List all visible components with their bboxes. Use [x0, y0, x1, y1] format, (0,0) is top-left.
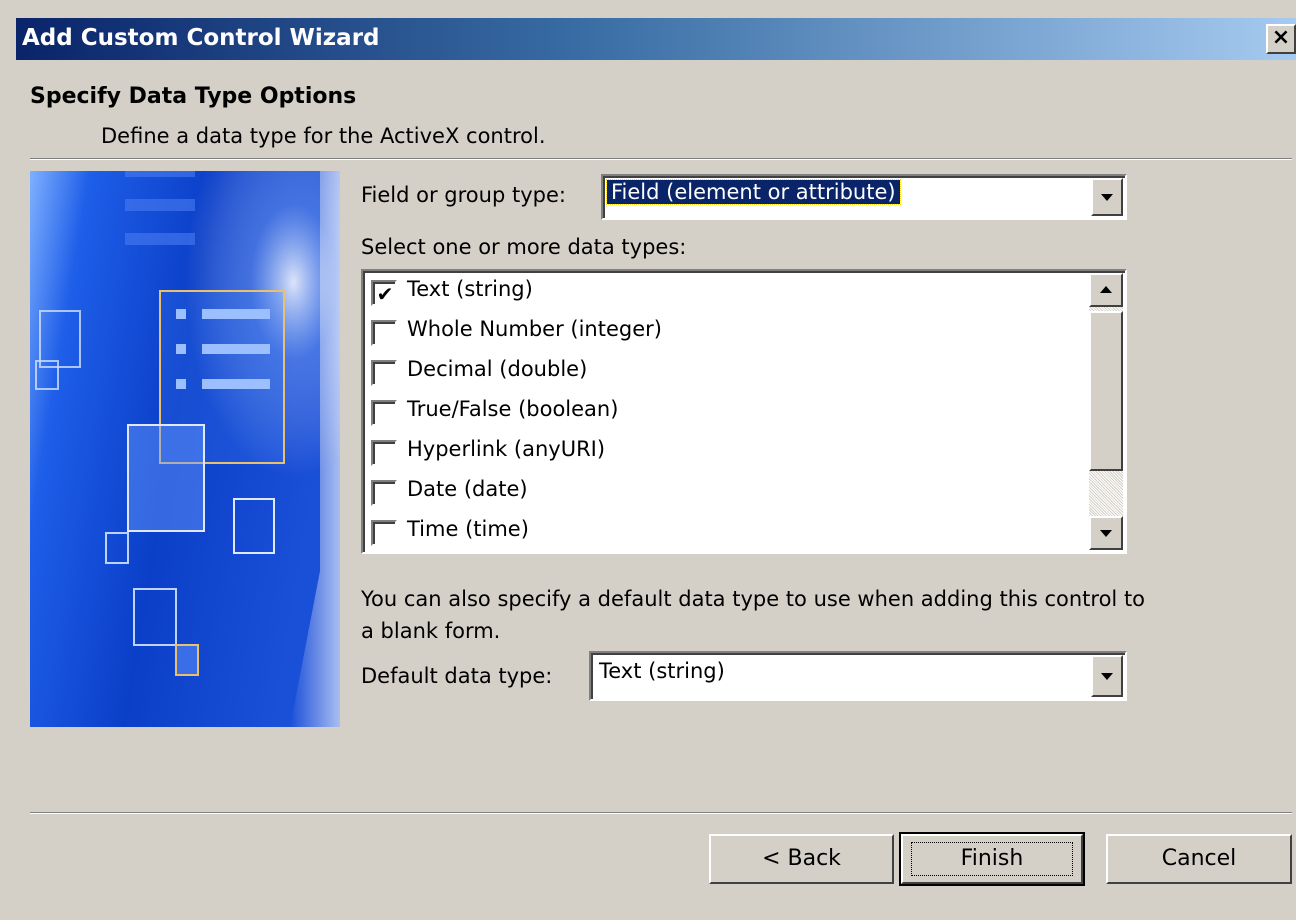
data-type-label: Date (date) — [407, 477, 528, 501]
data-type-label: Text (string) — [407, 277, 533, 301]
data-types-listbox[interactable]: ✔ Text (string) Whole Number (integer) Deci… — [361, 269, 1127, 554]
field-type-label: Field or group type: — [361, 183, 566, 207]
checkbox[interactable]: ✔ — [371, 280, 397, 306]
default-type-dropdown[interactable]: Text (string) — [589, 651, 1127, 701]
close-button[interactable]: × — [1266, 24, 1296, 54]
page-subtitle: Define a data type for the ActiveX contr… — [101, 124, 546, 148]
scroll-down-button[interactable] — [1089, 516, 1123, 550]
field-type-dropdown[interactable]: Field (element or attribute) — [601, 174, 1127, 220]
scroll-thumb[interactable] — [1089, 311, 1123, 471]
checkbox-box — [373, 362, 395, 384]
close-icon: × — [1271, 25, 1291, 50]
listbox-scrollbar[interactable] — [1089, 273, 1123, 550]
checkbox[interactable] — [371, 320, 397, 346]
data-type-label: Time (time) — [407, 517, 529, 541]
field-type-dropdown-button[interactable] — [1091, 178, 1123, 216]
checkbox-box — [373, 442, 395, 464]
checkbox-box — [373, 522, 395, 544]
back-button-label: < Back — [762, 846, 841, 871]
checkbox-box — [373, 322, 395, 344]
checkbox-box — [373, 482, 395, 504]
data-type-label: Whole Number (integer) — [407, 317, 662, 341]
page-title: Specify Data Type Options — [30, 84, 357, 109]
wizard-dialog: Add Custom Control Wizard × Specify Data… — [0, 0, 1296, 920]
default-type-hint: You can also specify a default data type… — [361, 587, 1146, 643]
checkmark-icon: ✔ — [373, 282, 395, 304]
default-type-value: Text (string) — [599, 659, 725, 683]
finish-button[interactable]: Finish — [899, 832, 1085, 886]
chevron-down-icon — [1101, 673, 1113, 680]
default-type-label: Default data type: — [361, 664, 553, 688]
data-types-label: Select one or more data types: — [361, 235, 687, 259]
checkbox[interactable] — [371, 520, 397, 546]
checkbox[interactable] — [371, 360, 397, 386]
arrow-down-icon — [1100, 530, 1112, 537]
focus-rectangle — [911, 842, 1073, 876]
field-type-value: Field (element or attribute) — [606, 179, 901, 205]
default-type-dropdown-button[interactable] — [1091, 655, 1123, 697]
data-type-label: Hyperlink (anyURI) — [407, 437, 606, 461]
chevron-down-icon — [1101, 194, 1113, 201]
checkbox[interactable] — [371, 480, 397, 506]
data-type-label: Decimal (double) — [407, 357, 588, 381]
footer-divider — [30, 812, 1292, 814]
cancel-button-label: Cancel — [1161, 846, 1237, 871]
title-bar[interactable]: Add Custom Control Wizard × — [16, 18, 1296, 60]
window-title: Add Custom Control Wizard — [22, 25, 380, 51]
cancel-button[interactable]: Cancel — [1106, 834, 1292, 884]
scroll-up-button[interactable] — [1089, 273, 1123, 307]
back-button[interactable]: < Back — [709, 834, 894, 884]
wizard-banner-image — [30, 171, 340, 727]
checkbox[interactable] — [371, 440, 397, 466]
checkbox-box — [373, 402, 395, 424]
arrow-up-icon — [1100, 286, 1112, 293]
header-divider — [30, 158, 1292, 160]
checkbox[interactable] — [371, 400, 397, 426]
data-type-label: True/False (boolean) — [407, 397, 619, 421]
